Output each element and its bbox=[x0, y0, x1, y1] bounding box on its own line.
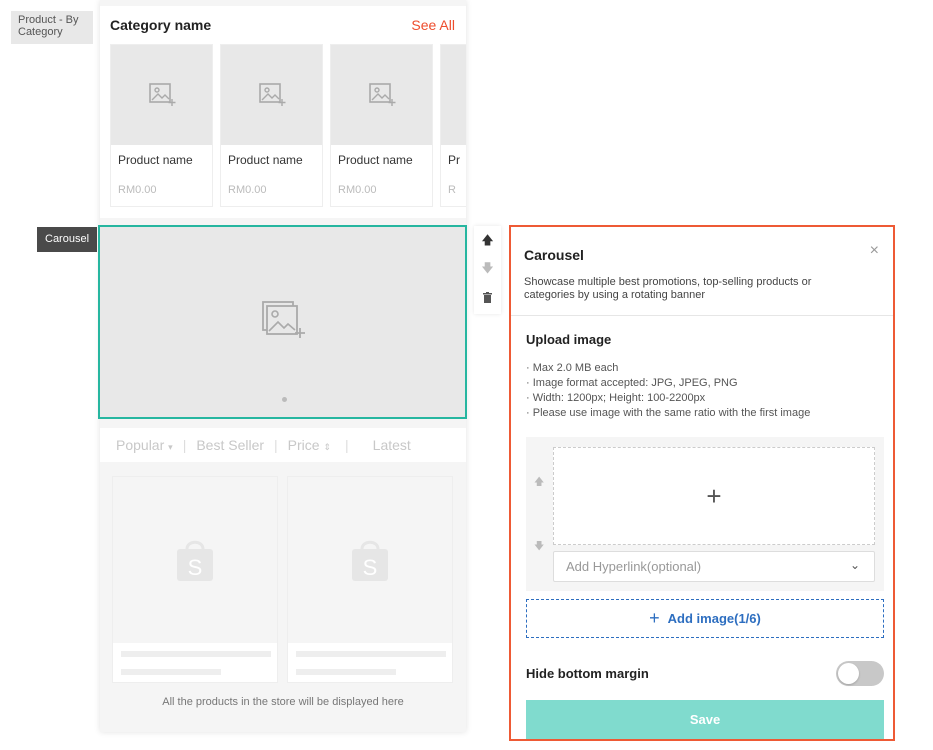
hyperlink-select[interactable]: Add Hyperlink(optional) ⌄ bbox=[553, 551, 875, 582]
upload-dropzone[interactable]: + bbox=[553, 447, 875, 545]
panel-title: Carousel bbox=[524, 247, 584, 263]
carousel-block-selected[interactable] bbox=[98, 225, 467, 419]
upload-rule: Image format accepted: JPG, JPEG, PNG bbox=[526, 376, 810, 391]
product-grid-card: S bbox=[112, 476, 278, 683]
placeholder-line bbox=[296, 651, 446, 657]
product-price: RM0.00 bbox=[338, 184, 377, 196]
category-section[interactable]: Category name See All Product name RM0.0… bbox=[100, 6, 466, 218]
chevron-down-icon: ⌄ bbox=[849, 558, 860, 572]
product-price: RM0.00 bbox=[228, 184, 267, 196]
sort-popular[interactable]: Popular ▾ bbox=[116, 437, 173, 453]
see-all-link[interactable]: See All bbox=[411, 17, 455, 33]
product-price: RM0.00 bbox=[118, 184, 157, 196]
product-card[interactable]: Product name RM0.00 bbox=[110, 44, 213, 207]
hyperlink-placeholder: Add Hyperlink(optional) bbox=[566, 559, 702, 574]
plus-icon: + bbox=[649, 608, 660, 628]
save-button[interactable]: Save bbox=[526, 700, 884, 739]
toggle-knob bbox=[838, 663, 859, 684]
image-placeholder-icon bbox=[441, 45, 466, 145]
section-label-carousel[interactable]: Carousel bbox=[37, 227, 97, 252]
upload-rules: Max 2.0 MB each Image format accepted: J… bbox=[526, 361, 811, 421]
placeholder-line bbox=[296, 669, 396, 675]
shopping-bag-icon: S bbox=[113, 477, 277, 643]
sort-popular-label: Popular bbox=[116, 437, 165, 453]
category-title: Category name bbox=[110, 17, 212, 33]
svg-text:S: S bbox=[188, 555, 203, 580]
arrow-up-icon[interactable]: 🡅 bbox=[534, 475, 544, 492]
product-card[interactable]: Product name RM0.00 bbox=[220, 44, 323, 207]
sort-arrows-icon: ⇕ bbox=[323, 442, 332, 452]
add-image-label: Add image(1/6) bbox=[667, 611, 761, 626]
product-price: R bbox=[448, 184, 456, 196]
image-slot: 🡅 🡇 + Add Hyperlink(optional) ⌄ bbox=[526, 437, 884, 591]
close-icon[interactable]: × bbox=[870, 242, 879, 260]
image-placeholder-icon bbox=[111, 45, 212, 145]
image-placeholder-icon bbox=[260, 299, 306, 346]
panel-header: Carousel × Showcase multiple best promot… bbox=[511, 227, 893, 316]
section-label-category[interactable]: Product - By Category bbox=[11, 11, 93, 44]
divider: | bbox=[182, 437, 187, 453]
arrow-up-icon[interactable]: 🡅 bbox=[474, 228, 501, 254]
arrow-down-icon[interactable]: 🡇 bbox=[474, 256, 501, 282]
placeholder-line bbox=[121, 651, 271, 657]
hide-bottom-margin-toggle[interactable] bbox=[836, 661, 884, 686]
product-name: Pr bbox=[448, 153, 460, 167]
image-placeholder-icon bbox=[221, 45, 322, 145]
upload-rule: Max 2.0 MB each bbox=[526, 361, 810, 376]
product-name: Product name bbox=[338, 153, 413, 167]
upload-image-heading: Upload image bbox=[526, 332, 612, 347]
shopping-bag-icon: S bbox=[288, 477, 452, 643]
panel-description: Showcase multiple best promotions, top-s… bbox=[524, 276, 812, 301]
product-name: Product name bbox=[118, 153, 193, 167]
carousel-settings-panel: Carousel × Showcase multiple best promot… bbox=[509, 225, 895, 741]
editor-root: Product - By Category Carousel Category … bbox=[0, 0, 933, 750]
caret-down-icon: ▾ bbox=[168, 442, 173, 452]
product-name: Product name bbox=[228, 153, 303, 167]
arrow-down-icon[interactable]: 🡇 bbox=[534, 539, 544, 556]
block-toolbar: 🡅 🡇 bbox=[474, 226, 501, 314]
sort-price[interactable]: Price ⇕ bbox=[288, 437, 331, 453]
svg-text:S: S bbox=[363, 555, 378, 580]
upload-rule: Width: 1200px; Height: 100-2200px bbox=[526, 391, 810, 406]
hide-bottom-margin-label: Hide bottom margin bbox=[526, 666, 649, 681]
upload-rule: Please use image with the same ratio wit… bbox=[526, 406, 811, 421]
trash-icon[interactable] bbox=[474, 284, 501, 310]
all-products-note: All the products in the store will be di… bbox=[162, 696, 404, 708]
divider: | bbox=[345, 437, 349, 453]
sort-price-label: Price bbox=[287, 437, 320, 453]
divider: | bbox=[274, 437, 278, 453]
carousel-indicator-dot[interactable] bbox=[282, 397, 287, 402]
product-card[interactable]: Product name RM0.00 bbox=[330, 44, 433, 207]
placeholder-line bbox=[121, 669, 221, 675]
sort-bar: Popular ▾ | Best Seller | Price ⇕ | Late… bbox=[100, 428, 466, 462]
sort-best-seller[interactable]: Best Seller bbox=[196, 437, 264, 453]
add-image-button[interactable]: + Add image(1/6) bbox=[526, 599, 884, 638]
plus-icon: + bbox=[706, 480, 722, 511]
product-grid-card: S bbox=[287, 476, 453, 683]
product-card[interactable]: Pr R bbox=[440, 44, 466, 207]
sort-latest[interactable]: Latest bbox=[373, 437, 411, 453]
image-placeholder-icon bbox=[331, 45, 432, 145]
